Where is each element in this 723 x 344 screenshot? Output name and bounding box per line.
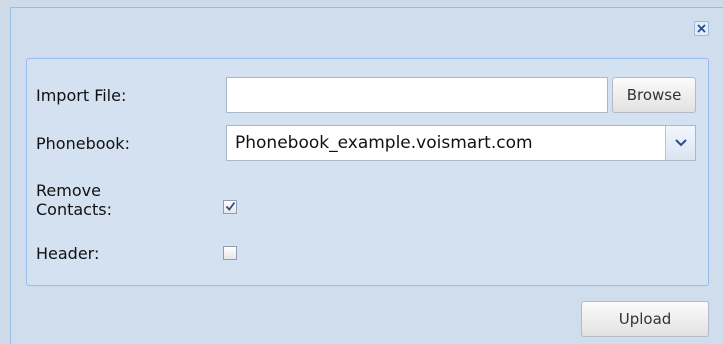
remove-contacts-label-line1: Remove [36,181,101,200]
import-file-input[interactable] [226,77,608,113]
close-button[interactable] [694,21,709,36]
header-checkbox[interactable] [223,246,237,260]
import-file-label: Import File: [36,86,127,105]
phonebook-dropdown-trigger[interactable] [665,126,695,160]
close-icon [697,24,706,33]
remove-contacts-checkbox[interactable] [223,200,237,214]
remove-contacts-label-line2: Contacts: [36,200,112,219]
checkmark-icon [225,201,236,211]
chevron-down-icon [675,139,687,147]
browse-button[interactable]: Browse [612,77,696,113]
phonebook-label: Phonebook: [36,134,130,153]
phonebook-selected-value: Phonebook_example.voismart.com [235,133,533,153]
phonebook-select[interactable]: Phonebook_example.voismart.com [226,125,696,161]
import-dialog: Import File: Browse Phonebook: Phonebook… [10,7,723,344]
upload-button[interactable]: Upload [581,301,709,337]
import-form-panel: Import File: Browse Phonebook: Phonebook… [26,58,709,286]
header-label: Header: [36,244,100,263]
remove-contacts-label: Remove Contacts: [36,181,112,219]
